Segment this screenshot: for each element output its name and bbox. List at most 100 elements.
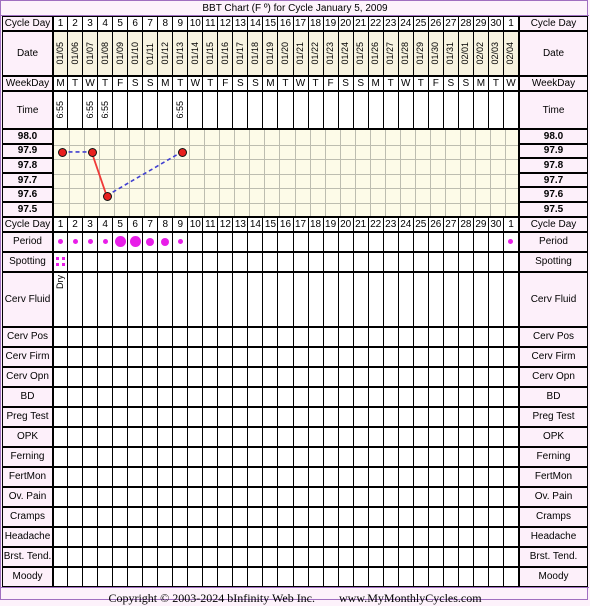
moody-cell[interactable]: [488, 566, 504, 587]
cerv_pos-cell[interactable]: [323, 326, 339, 347]
opk-cell[interactable]: [188, 426, 204, 447]
fertmon-cell[interactable]: [83, 466, 99, 487]
time-cell[interactable]: [413, 91, 429, 129]
ferning-cell[interactable]: [428, 446, 444, 467]
preg_test-cell[interactable]: [503, 406, 519, 427]
cerv_firm-cell[interactable]: [188, 346, 204, 367]
bd-cell[interactable]: [293, 386, 309, 407]
weekday-cell[interactable]: S: [338, 76, 354, 91]
time-cell[interactable]: 6:55: [83, 91, 99, 129]
spotting-cell[interactable]: [98, 251, 114, 272]
time-cell[interactable]: [293, 91, 309, 129]
time-cell[interactable]: [308, 91, 324, 129]
cerv_firm-cell[interactable]: [128, 346, 144, 367]
ferning-cell[interactable]: [473, 446, 489, 467]
cerv_firm-cell[interactable]: [113, 346, 129, 367]
spotting-cell[interactable]: [428, 251, 444, 272]
cycle_day-cell[interactable]: 17: [293, 216, 309, 232]
cerv_fluid-cell[interactable]: [323, 271, 339, 327]
cerv_firm-cell[interactable]: [503, 346, 519, 367]
spotting-cell[interactable]: [143, 251, 159, 272]
headache-cell[interactable]: [398, 526, 414, 547]
cycle_day-cell[interactable]: 27: [443, 16, 459, 31]
spotting-cell[interactable]: [158, 251, 174, 272]
cerv_fluid-cell[interactable]: [143, 271, 159, 327]
moody-cell[interactable]: [383, 566, 399, 587]
cerv_opn-cell[interactable]: [248, 366, 264, 387]
bd-cell[interactable]: [143, 386, 159, 407]
preg_test-cell[interactable]: [158, 406, 174, 427]
bd-cell[interactable]: [98, 386, 114, 407]
weekday-cell[interactable]: S: [128, 76, 144, 91]
cycle_day-cell[interactable]: 7: [143, 216, 159, 232]
brst_tend-cell[interactable]: [68, 546, 84, 567]
brst_tend-cell[interactable]: [383, 546, 399, 567]
cramps-cell[interactable]: [308, 506, 324, 527]
preg_test-cell[interactable]: [113, 406, 129, 427]
weekday-cell[interactable]: S: [443, 76, 459, 91]
cerv_fluid-cell[interactable]: [338, 271, 354, 327]
spotting-cell[interactable]: [338, 251, 354, 272]
bd-cell[interactable]: [338, 386, 354, 407]
cerv_fluid-cell[interactable]: [353, 271, 369, 327]
cramps-cell[interactable]: [323, 506, 339, 527]
bd-cell[interactable]: [128, 386, 144, 407]
preg_test-cell[interactable]: [353, 406, 369, 427]
spotting-cell[interactable]: [503, 251, 519, 272]
cerv_fluid-cell[interactable]: [503, 271, 519, 327]
cramps-cell[interactable]: [428, 506, 444, 527]
cramps-cell[interactable]: [398, 506, 414, 527]
cerv_pos-cell[interactable]: [398, 326, 414, 347]
moody-cell[interactable]: [173, 566, 189, 587]
cycle_day-cell[interactable]: 13: [233, 216, 249, 232]
cerv_firm-cell[interactable]: [458, 346, 474, 367]
moody-cell[interactable]: [53, 566, 69, 587]
cycle_day-cell[interactable]: 26: [428, 16, 444, 31]
date-cell[interactable]: 01/17: [233, 31, 249, 76]
ov_pain-cell[interactable]: [353, 486, 369, 507]
headache-cell[interactable]: [353, 526, 369, 547]
cerv_pos-cell[interactable]: [68, 326, 84, 347]
cycle_day-cell[interactable]: 14: [248, 216, 264, 232]
cerv_opn-cell[interactable]: [218, 366, 234, 387]
bd-cell[interactable]: [383, 386, 399, 407]
cramps-cell[interactable]: [338, 506, 354, 527]
cerv_opn-cell[interactable]: [278, 366, 294, 387]
ferning-cell[interactable]: [188, 446, 204, 467]
cerv_fluid-cell[interactable]: [413, 271, 429, 327]
temperature-data-point[interactable]: [102, 191, 112, 201]
opk-cell[interactable]: [173, 426, 189, 447]
moody-cell[interactable]: [218, 566, 234, 587]
cerv_fluid-cell[interactable]: [398, 271, 414, 327]
opk-cell[interactable]: [263, 426, 279, 447]
moody-cell[interactable]: [308, 566, 324, 587]
moody-cell[interactable]: [203, 566, 219, 587]
cerv_fluid-cell[interactable]: [293, 271, 309, 327]
cycle_day-cell[interactable]: 7: [143, 16, 159, 31]
moody-cell[interactable]: [398, 566, 414, 587]
temperature-data-point[interactable]: [87, 147, 97, 157]
spotting-cell[interactable]: [83, 251, 99, 272]
cycle_day-cell[interactable]: 6: [128, 16, 144, 31]
cerv_pos-cell[interactable]: [203, 326, 219, 347]
cerv_pos-cell[interactable]: [338, 326, 354, 347]
period-cell[interactable]: [113, 231, 129, 252]
preg_test-cell[interactable]: [83, 406, 99, 427]
period-cell[interactable]: [263, 231, 279, 252]
cerv_opn-cell[interactable]: [158, 366, 174, 387]
preg_test-cell[interactable]: [323, 406, 339, 427]
cramps-cell[interactable]: [458, 506, 474, 527]
weekday-cell[interactable]: T: [203, 76, 219, 91]
period-cell[interactable]: [458, 231, 474, 252]
cramps-cell[interactable]: [443, 506, 459, 527]
temperature-data-point[interactable]: [57, 147, 67, 157]
preg_test-cell[interactable]: [128, 406, 144, 427]
time-cell[interactable]: [248, 91, 264, 129]
brst_tend-cell[interactable]: [338, 546, 354, 567]
moody-cell[interactable]: [113, 566, 129, 587]
period-cell[interactable]: [68, 231, 84, 252]
cerv_fluid-cell[interactable]: [173, 271, 189, 327]
spotting-cell[interactable]: [248, 251, 264, 272]
time-cell[interactable]: 6:55: [173, 91, 189, 129]
headache-cell[interactable]: [293, 526, 309, 547]
